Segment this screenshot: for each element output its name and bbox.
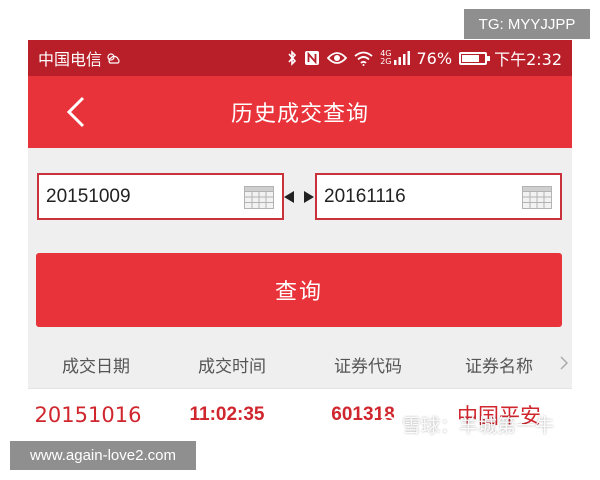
battery-percent: 76% [416, 48, 453, 68]
network-label-bottom: 2G [380, 57, 392, 66]
signal-icon: 4G 2G [380, 50, 410, 66]
status-time: 下午2:32 [494, 50, 562, 69]
site-watermark: www.again-love2.com [10, 441, 196, 470]
column-header-security-name[interactable]: 证券名称 [436, 340, 562, 388]
eye-comfort-icon [327, 51, 348, 65]
end-date-field[interactable] [315, 173, 562, 220]
bluetooth-icon [287, 50, 297, 66]
phone-screen: 中国电信 4G 2G 76% 下午2:32 历史成交查询 20151009 20… [28, 40, 572, 440]
back-button[interactable] [56, 92, 96, 132]
triangle-right-icon [304, 191, 314, 203]
cell-trade-time: 11:02:35 [189, 404, 265, 425]
calendar-icon[interactable] [522, 186, 552, 213]
column-header-trade-date[interactable]: 成交日期 [28, 340, 164, 388]
query-button[interactable]: 查询 [36, 253, 562, 327]
table-header: 成交日期 成交时间 证券代码 证券名称 [28, 340, 572, 388]
xueqiu-watermark: 雪球：羊城第一牛 [378, 411, 554, 438]
triangle-left-icon [284, 191, 294, 203]
scroll-right-chevron-icon[interactable] [560, 355, 569, 375]
carrier-name: 中国电信 [38, 50, 103, 69]
page-title: 历史成交查询 [230, 102, 369, 127]
end-date-input[interactable] [317, 185, 497, 208]
snowball-logo-icon [379, 415, 397, 434]
tg-watermark-tag: TG: MYYJJPP [464, 9, 590, 39]
column-header-trade-time[interactable]: 成交时间 [164, 340, 300, 388]
status-carrier: 中国电信 [38, 46, 122, 70]
chevron-left-icon [66, 96, 85, 128]
date-range-arrows [284, 190, 314, 204]
nfc-icon [304, 50, 320, 66]
start-date-field[interactable] [37, 173, 284, 220]
weather-cloud-icon [106, 52, 122, 65]
start-date-input[interactable] [39, 185, 219, 208]
status-bar: 中国电信 4G 2G 76% 下午2:32 [28, 40, 572, 76]
app-header: 历史成交查询 [28, 76, 572, 148]
column-header-security-code[interactable]: 证券代码 [300, 340, 436, 388]
calendar-icon[interactable] [244, 186, 274, 213]
cell-trade-date: 20151016 [34, 403, 142, 427]
xueqiu-watermark-text: 雪球：羊城第一牛 [402, 415, 555, 437]
status-icons: 4G 2G 76% 下午2:32 [287, 46, 562, 70]
wifi-icon [354, 51, 373, 66]
battery-icon [459, 51, 491, 65]
battery-fill [462, 54, 479, 62]
